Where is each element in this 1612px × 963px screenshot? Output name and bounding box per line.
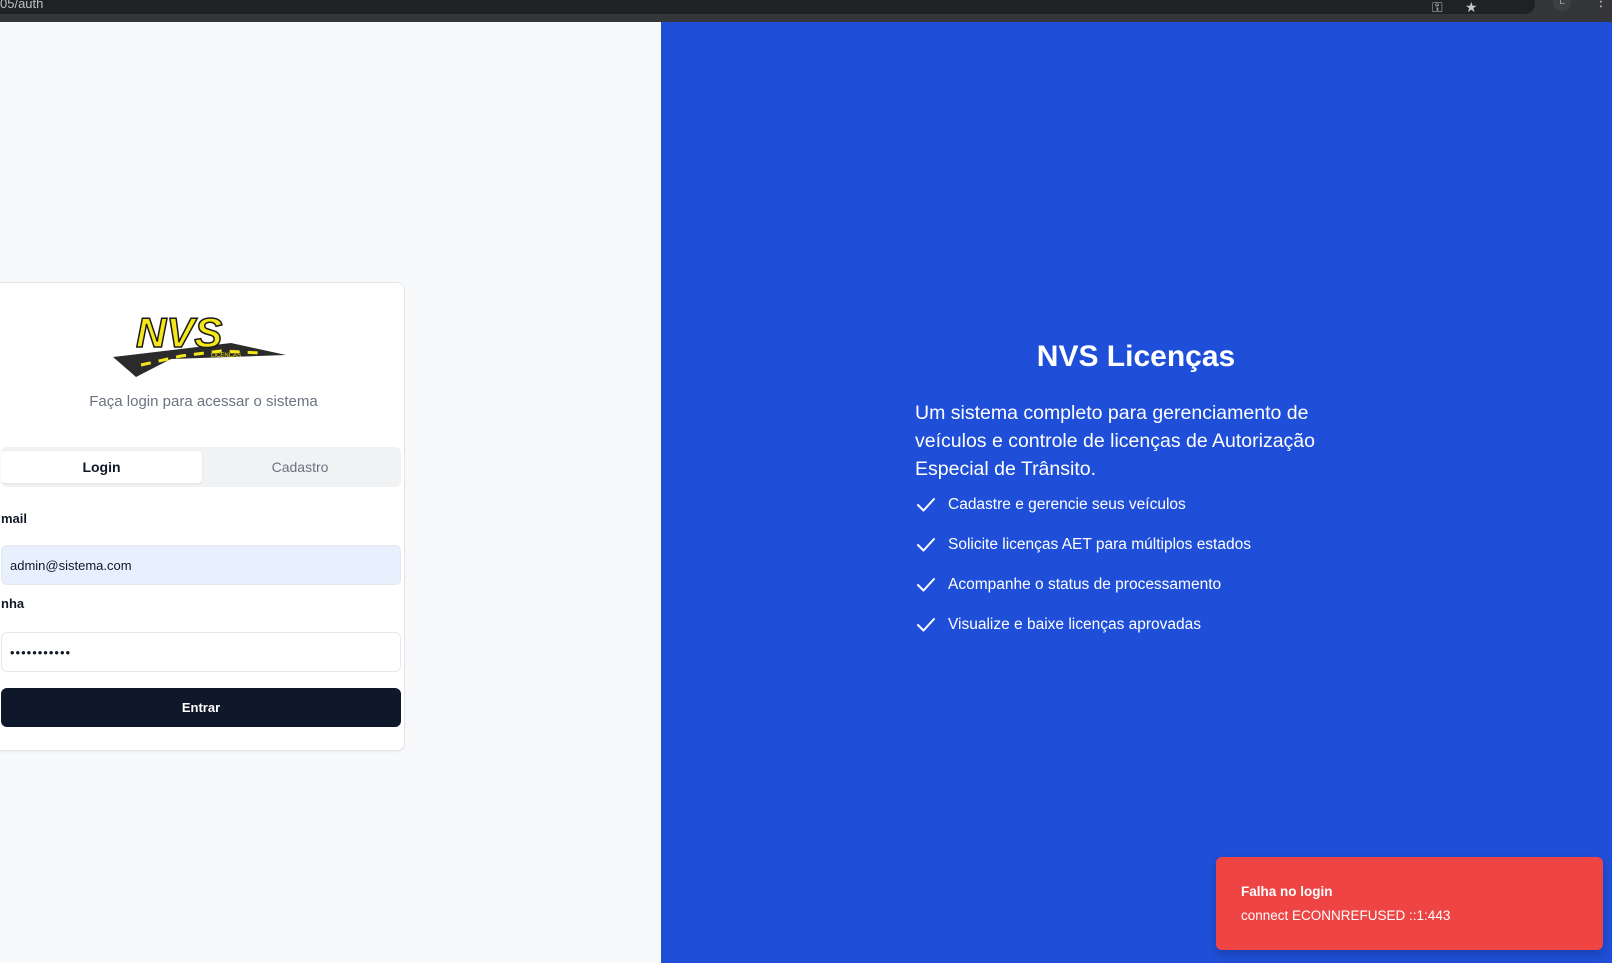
login-card: NVS LICENÇAS Faça login para acessar o s… [0,282,405,751]
logo-text: NVS [136,309,222,356]
feature-text: Visualize e baixe licenças aprovadas [948,616,1202,633]
more-menu-icon[interactable]: ⋮ [1594,0,1608,8]
profile-avatar[interactable]: L [1553,0,1571,11]
feature-text: Cadastre e gerencie seus veículos [948,496,1186,513]
brand-pane: NVS Licenças Um sistema completo para ge… [661,22,1612,963]
feature-text: Solicite licenças AET para múltiplos est… [948,536,1251,553]
feature-item: Visualize e baixe licenças aprovadas [915,613,1375,653]
check-icon [917,578,935,592]
email-label: mail [1,511,28,526]
login-subtitle: Faça login para acessar o sistema [89,393,318,410]
login-pane: NVS LICENÇAS Faça login para acessar o s… [0,22,661,963]
feature-text: Acompanhe o status de processamento [948,576,1222,593]
logo-subtext: LICENÇAS [211,353,241,359]
email-field[interactable] [1,545,401,585]
brand-description: Um sistema completo para gerenciamento d… [915,402,1315,480]
password-field[interactable] [1,632,401,672]
brand-title: NVS Licenças [1036,340,1236,373]
check-icon [917,618,935,632]
check-icon [917,498,935,512]
browser-bar: 05/auth ⚿ ★ L ⋮ [0,0,1612,22]
star-icon[interactable]: ★ [1465,0,1478,14]
toast-title: Falha no login [1241,884,1333,899]
feature-item: Cadastre e gerencie seus veículos [915,493,1375,533]
auth-tabs: Login Cadastro [1,447,401,487]
nvs-logo: NVS LICENÇAS [113,308,286,377]
check-icon [917,538,935,552]
tab-login[interactable]: Login [1,451,202,483]
feature-list: Cadastre e gerencie seus veículos Solici… [915,493,1375,653]
url-text: 05/auth [0,0,44,11]
feature-item: Solicite licenças AET para múltiplos est… [915,533,1375,573]
key-icon[interactable]: ⚿ [1432,0,1443,14]
error-toast[interactable]: Falha no login connect ECONNREFUSED ::1:… [1216,857,1603,950]
tab-cadastro[interactable]: Cadastro [202,451,398,483]
toast-message: connect ECONNREFUSED ::1:443 [1241,908,1451,923]
feature-item: Acompanhe o status de processamento [915,573,1375,613]
address-bar[interactable]: 05/auth [0,0,1535,14]
login-submit-button[interactable]: Entrar [1,688,401,727]
password-label: nha [1,596,25,611]
